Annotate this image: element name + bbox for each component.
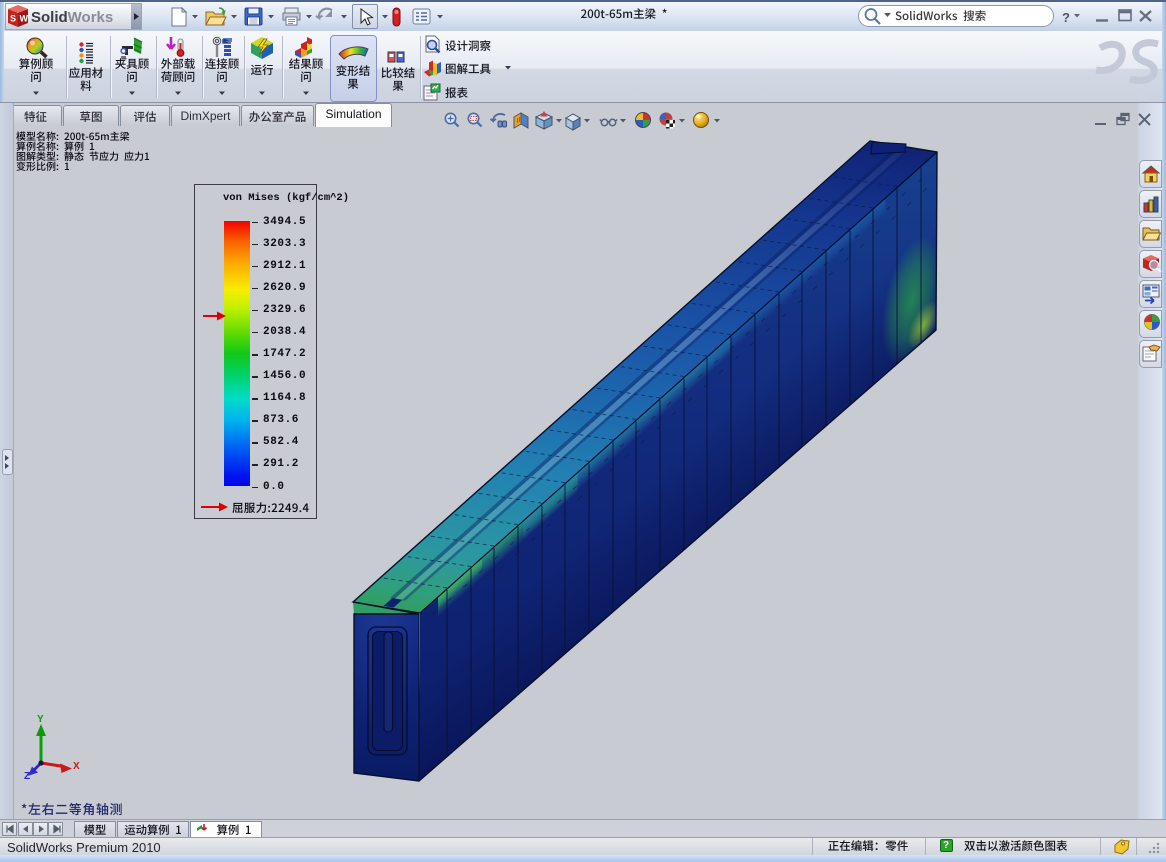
svg-text:Y: Y <box>37 714 44 725</box>
svg-text:W: W <box>20 14 29 24</box>
svg-text:S: S <box>10 14 16 24</box>
svg-text:?: ? <box>1062 10 1070 25</box>
svg-text:Z: Z <box>24 771 30 782</box>
svg-text:X: X <box>73 761 80 772</box>
